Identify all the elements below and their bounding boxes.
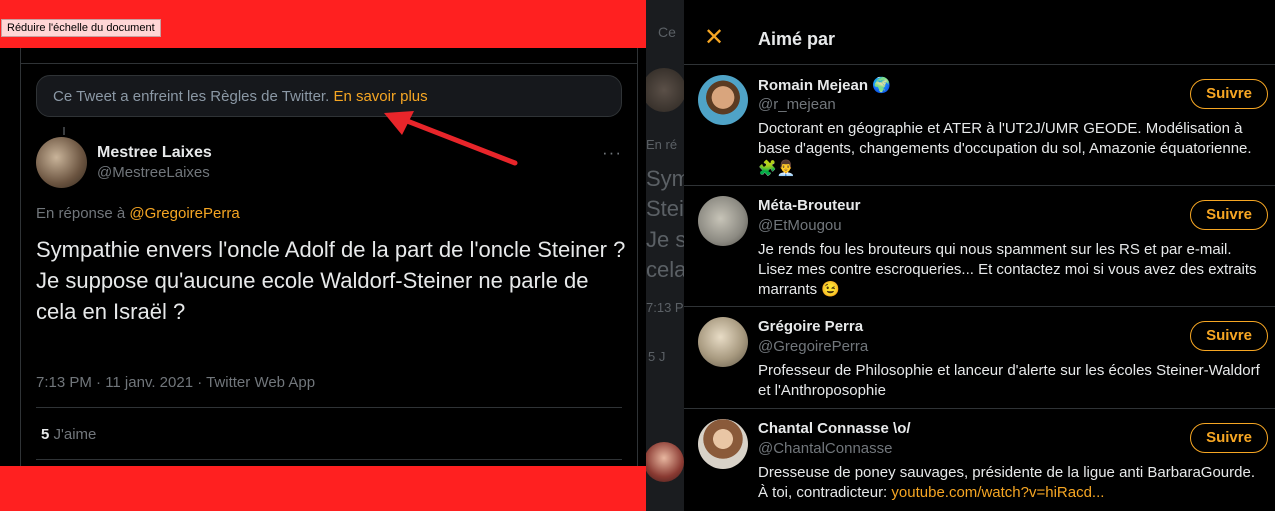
bg-fragment: cela bbox=[646, 257, 684, 282]
user-name[interactable]: Romain Mejean 🌍 bbox=[758, 76, 891, 94]
user-name[interactable]: Grégoire Perra bbox=[758, 318, 863, 335]
dimmed-background: Ce En ré Sym Stei Je s cela 7:13 P 5 J bbox=[646, 0, 684, 511]
bg-fragment: Stei bbox=[646, 196, 684, 221]
close-icon[interactable]: ✕ bbox=[704, 25, 724, 51]
tweet-text-line: Je suppose qu'aucune ecole Waldorf-Stein… bbox=[36, 268, 589, 324]
follow-button[interactable]: Suivre bbox=[1190, 79, 1268, 109]
bg-fragment: Ce bbox=[658, 24, 676, 40]
avatar[interactable] bbox=[698, 317, 748, 367]
bg-fragment: 7:13 P bbox=[646, 300, 684, 315]
avatar[interactable] bbox=[698, 75, 748, 125]
zoom-tooltip: Réduire l'échelle du document bbox=[1, 19, 161, 37]
user-handle[interactable]: @GregoirePerra bbox=[758, 338, 868, 355]
user-cell[interactable]: Méta-Brouteur @EtMougou Je rends fou les… bbox=[684, 186, 1275, 307]
follow-button[interactable]: Suivre bbox=[1190, 423, 1268, 453]
follow-button[interactable]: Suivre bbox=[1190, 321, 1268, 351]
divider bbox=[20, 63, 638, 64]
globe-emoji-icon: 🌍 bbox=[872, 77, 891, 94]
author-handle[interactable]: @MestreeLaixes bbox=[97, 164, 210, 181]
user-name[interactable]: Chantal Connasse \o/ bbox=[758, 420, 911, 437]
author-name[interactable]: Mestree Laixes bbox=[97, 144, 212, 162]
tweet-text: Sympathie envers l'oncle Adolf de la par… bbox=[36, 234, 626, 327]
avatar[interactable] bbox=[698, 196, 748, 246]
more-options-icon[interactable]: ··· bbox=[602, 143, 622, 163]
bio-link[interactable]: youtube.com/watch?v=hiRacd... bbox=[891, 484, 1104, 501]
violation-text: Ce Tweet a enfreint les Règles de Twitte… bbox=[53, 88, 330, 105]
likes-count-link[interactable]: 5 J'aime bbox=[41, 426, 96, 443]
modal-header: ✕ Aimé par bbox=[684, 12, 1275, 65]
red-overlay-bottom bbox=[0, 466, 646, 511]
liked-by-modal: ✕ Aimé par Romain Mejean 🌍 @r_mejean Doc… bbox=[684, 12, 1275, 511]
likes-count: 5 bbox=[41, 426, 50, 443]
bg-fragment: Je s bbox=[646, 227, 684, 252]
divider bbox=[36, 459, 622, 460]
red-arrow-annotation bbox=[384, 111, 518, 166]
divider bbox=[36, 407, 622, 408]
author-avatar[interactable] bbox=[36, 137, 87, 188]
user-cell[interactable]: Romain Mejean 🌍 @r_mejean Doctorant en g… bbox=[684, 65, 1275, 186]
user-bio: Professeur de Philosophie et lanceur d'a… bbox=[758, 362, 1260, 399]
bg-fragment: Sym bbox=[646, 166, 684, 191]
modal-title: Aimé par bbox=[758, 29, 836, 49]
bg-avatar bbox=[646, 442, 684, 482]
follow-button[interactable]: Suivre bbox=[1190, 200, 1268, 230]
user-bio: Dresseuse de poney sauvages, présidente … bbox=[758, 463, 1268, 503]
bg-fragment: 5 J bbox=[648, 349, 666, 364]
user-handle[interactable]: @EtMougou bbox=[758, 217, 842, 234]
reply-context: En réponse à @GregoirePerra bbox=[36, 205, 240, 222]
rule-violation-notice: Ce Tweet a enfreint les Règles de Twitte… bbox=[36, 75, 622, 117]
tweet-timestamp[interactable]: 7:13 PM · 11 janv. 2021 · Twitter Web Ap… bbox=[36, 374, 315, 391]
user-handle[interactable]: @ChantalConnasse bbox=[758, 440, 892, 457]
tweet-panel: Réduire l'échelle du document Ce Tweet a… bbox=[0, 0, 646, 511]
likes-label: J'aime bbox=[53, 426, 97, 443]
bg-avatar bbox=[646, 68, 684, 112]
user-name[interactable]: Méta-Brouteur bbox=[758, 197, 861, 214]
user-cell[interactable]: Chantal Connasse \o/ @ChantalConnasse Dr… bbox=[684, 409, 1275, 511]
reply-prefix: En réponse à bbox=[36, 205, 126, 222]
reply-mention-link[interactable]: @GregoirePerra bbox=[129, 205, 239, 222]
user-handle[interactable]: @r_mejean bbox=[758, 96, 836, 113]
user-name-text: Romain Mejean bbox=[758, 77, 869, 94]
avatar[interactable] bbox=[698, 419, 748, 469]
user-cell[interactable]: Grégoire Perra @GregoirePerra Professeur… bbox=[684, 307, 1275, 409]
learn-more-link[interactable]: En savoir plus bbox=[333, 88, 427, 105]
thread-connector bbox=[63, 127, 65, 135]
bg-fragment: En ré bbox=[646, 137, 678, 152]
user-bio: Je rends fou les brouteurs qui nous spam… bbox=[758, 241, 1257, 298]
tweet-text-line: Sympathie envers l'oncle Adolf de la par… bbox=[36, 237, 626, 262]
user-bio: Doctorant en géographie et ATER à l'UT2J… bbox=[758, 120, 1252, 177]
